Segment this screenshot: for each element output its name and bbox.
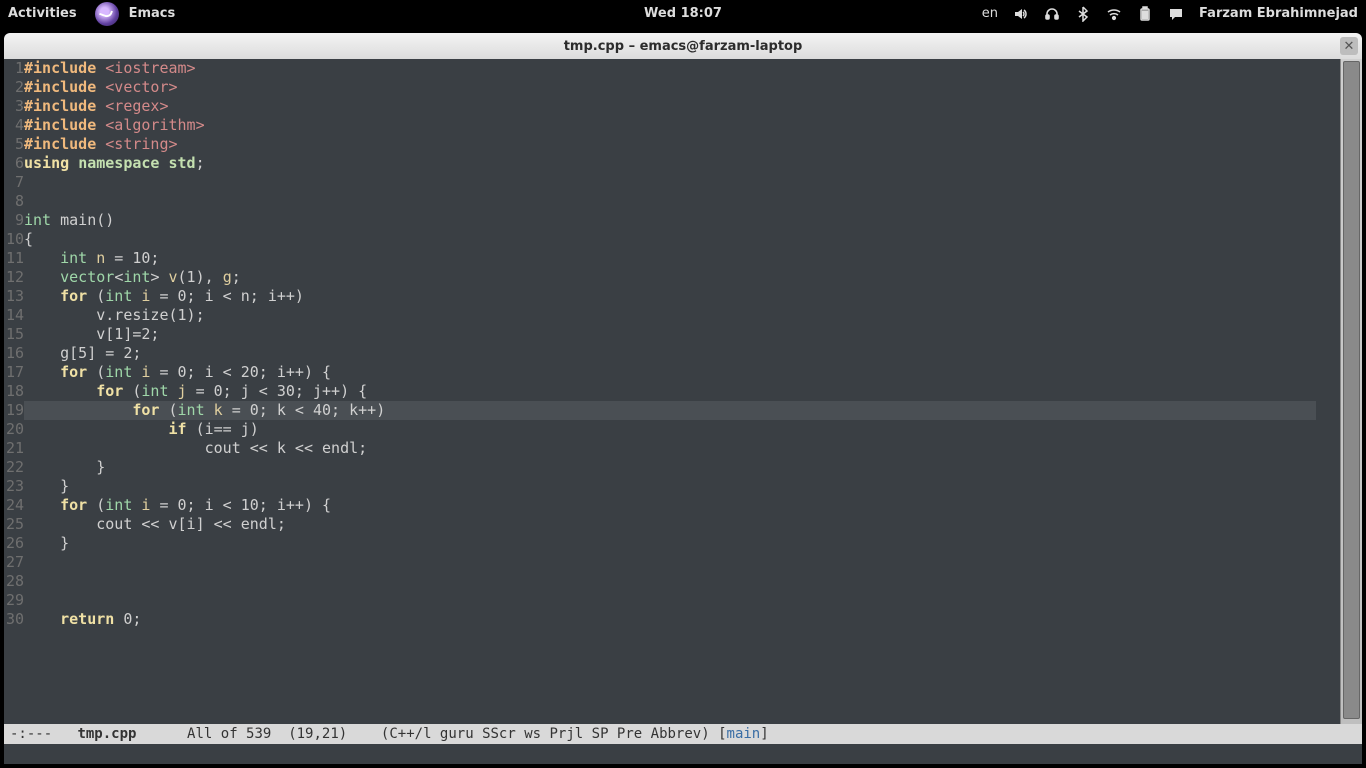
modeline-position: All of 539 (19,21) [187, 726, 347, 742]
line-number: 22 [4, 458, 24, 477]
line-number: 9 [4, 211, 24, 230]
vertical-scrollbar[interactable] [1340, 59, 1362, 724]
line-number: 6 [4, 154, 24, 173]
line-number: 5 [4, 135, 24, 154]
line-number: 1 [4, 59, 24, 78]
line-number: 15 [4, 325, 24, 344]
line-number: 7 [4, 173, 24, 192]
code-line[interactable]: #include <string> [24, 135, 1340, 154]
code-line[interactable]: for (int i = 0; i < n; i++) [24, 287, 1340, 306]
code-line[interactable]: { [24, 230, 1340, 249]
code-line[interactable]: int n = 10; [24, 249, 1340, 268]
line-number: 14 [4, 306, 24, 325]
line-number: 24 [4, 496, 24, 515]
code-line[interactable]: for (int i = 0; i < 20; i++) { [24, 363, 1340, 382]
emacs-app-icon[interactable] [95, 2, 119, 26]
code-line[interactable]: int main() [24, 211, 1340, 230]
headphones-icon[interactable] [1044, 6, 1060, 22]
line-number: 18 [4, 382, 24, 401]
minibuffer[interactable] [4, 744, 1362, 764]
code-line[interactable]: cout << k << endl; [24, 439, 1340, 458]
code-line[interactable]: for (int j = 0; j < 30; j++) { [24, 382, 1340, 401]
code-line[interactable]: v.resize(1); [24, 306, 1340, 325]
code-line[interactable] [24, 173, 1340, 192]
code-line[interactable]: vector<int> v(1), g; [24, 268, 1340, 287]
code-line[interactable]: using namespace std; [24, 154, 1340, 173]
line-number: 30 [4, 610, 24, 629]
line-number: 8 [4, 192, 24, 211]
code-buffer[interactable]: #include <iostream>#include <vector>#inc… [24, 59, 1340, 724]
code-line[interactable] [24, 192, 1340, 211]
code-line[interactable]: if (i== j) [24, 420, 1340, 439]
window-close-button[interactable]: ✕ [1340, 37, 1358, 55]
line-number: 13 [4, 287, 24, 306]
code-line[interactable]: #include <iostream> [24, 59, 1340, 78]
code-line[interactable]: return 0; [24, 610, 1340, 629]
chat-icon [1168, 6, 1184, 22]
window-titlebar[interactable]: tmp.cpp – emacs@farzam-laptop ✕ [4, 33, 1362, 59]
code-line[interactable]: } [24, 458, 1340, 477]
line-number: 2 [4, 78, 24, 97]
modeline-vc-branch: main [727, 726, 761, 742]
code-line[interactable]: cout << v[i] << endl; [24, 515, 1340, 534]
code-line[interactable]: g[5] = 2; [24, 344, 1340, 363]
modeline-state: -:--- [10, 726, 52, 742]
line-number: 28 [4, 572, 24, 591]
line-number: 12 [4, 268, 24, 287]
code-line[interactable]: for (int i = 0; i < 10; i++) { [24, 496, 1340, 515]
bluetooth-icon[interactable] [1075, 6, 1091, 22]
keyboard-layout-indicator[interactable]: en [982, 6, 998, 21]
line-number: 4 [4, 116, 24, 135]
line-number: 3 [4, 97, 24, 116]
line-number: 26 [4, 534, 24, 553]
code-line[interactable]: #include <algorithm> [24, 116, 1340, 135]
line-number: 20 [4, 420, 24, 439]
line-number: 16 [4, 344, 24, 363]
clock[interactable]: Wed 18:07 [644, 6, 722, 21]
line-number: 10 [4, 230, 24, 249]
window-title: tmp.cpp – emacs@farzam-laptop [564, 39, 803, 54]
line-number: 27 [4, 553, 24, 572]
line-number: 17 [4, 363, 24, 382]
line-number: 23 [4, 477, 24, 496]
activities-button[interactable]: Activities [8, 6, 77, 21]
line-number: 29 [4, 591, 24, 610]
code-line[interactable]: for (int k = 0; k < 40; k++) [24, 401, 1340, 420]
user-name[interactable]: Farzam Ebrahimnejad [1199, 6, 1358, 21]
line-number: 21 [4, 439, 24, 458]
modeline-filename: tmp.cpp [77, 726, 136, 742]
volume-icon[interactable] [1013, 6, 1029, 22]
line-number: 19 [4, 401, 24, 420]
line-number: 25 [4, 515, 24, 534]
mode-line[interactable]: -:--- tmp.cpp All of 539 (19,21) (C++/l … [4, 724, 1362, 744]
battery-icon[interactable] [1137, 6, 1153, 22]
scrollbar-thumb[interactable] [1343, 61, 1360, 719]
line-number-gutter: 1234567891011121314151617181920212223242… [4, 59, 24, 724]
line-number: 11 [4, 249, 24, 268]
code-line[interactable]: } [24, 534, 1340, 553]
code-line[interactable] [24, 572, 1340, 591]
wifi-icon[interactable] [1106, 6, 1122, 22]
code-line[interactable] [24, 553, 1340, 572]
code-line[interactable] [24, 591, 1340, 610]
code-line[interactable]: #include <vector> [24, 78, 1340, 97]
code-line[interactable]: } [24, 477, 1340, 496]
modeline-modes: (C++/l guru SScr ws Prjl SP Pre Abbrev) [381, 726, 710, 742]
editor-area[interactable]: 1234567891011121314151617181920212223242… [4, 59, 1362, 724]
gnome-topbar: Activities Emacs Wed 18:07 en Farzam Ebr… [0, 0, 1366, 27]
app-name[interactable]: Emacs [129, 6, 176, 21]
code-line[interactable]: #include <regex> [24, 97, 1340, 116]
code-line[interactable]: v[1]=2; [24, 325, 1340, 344]
